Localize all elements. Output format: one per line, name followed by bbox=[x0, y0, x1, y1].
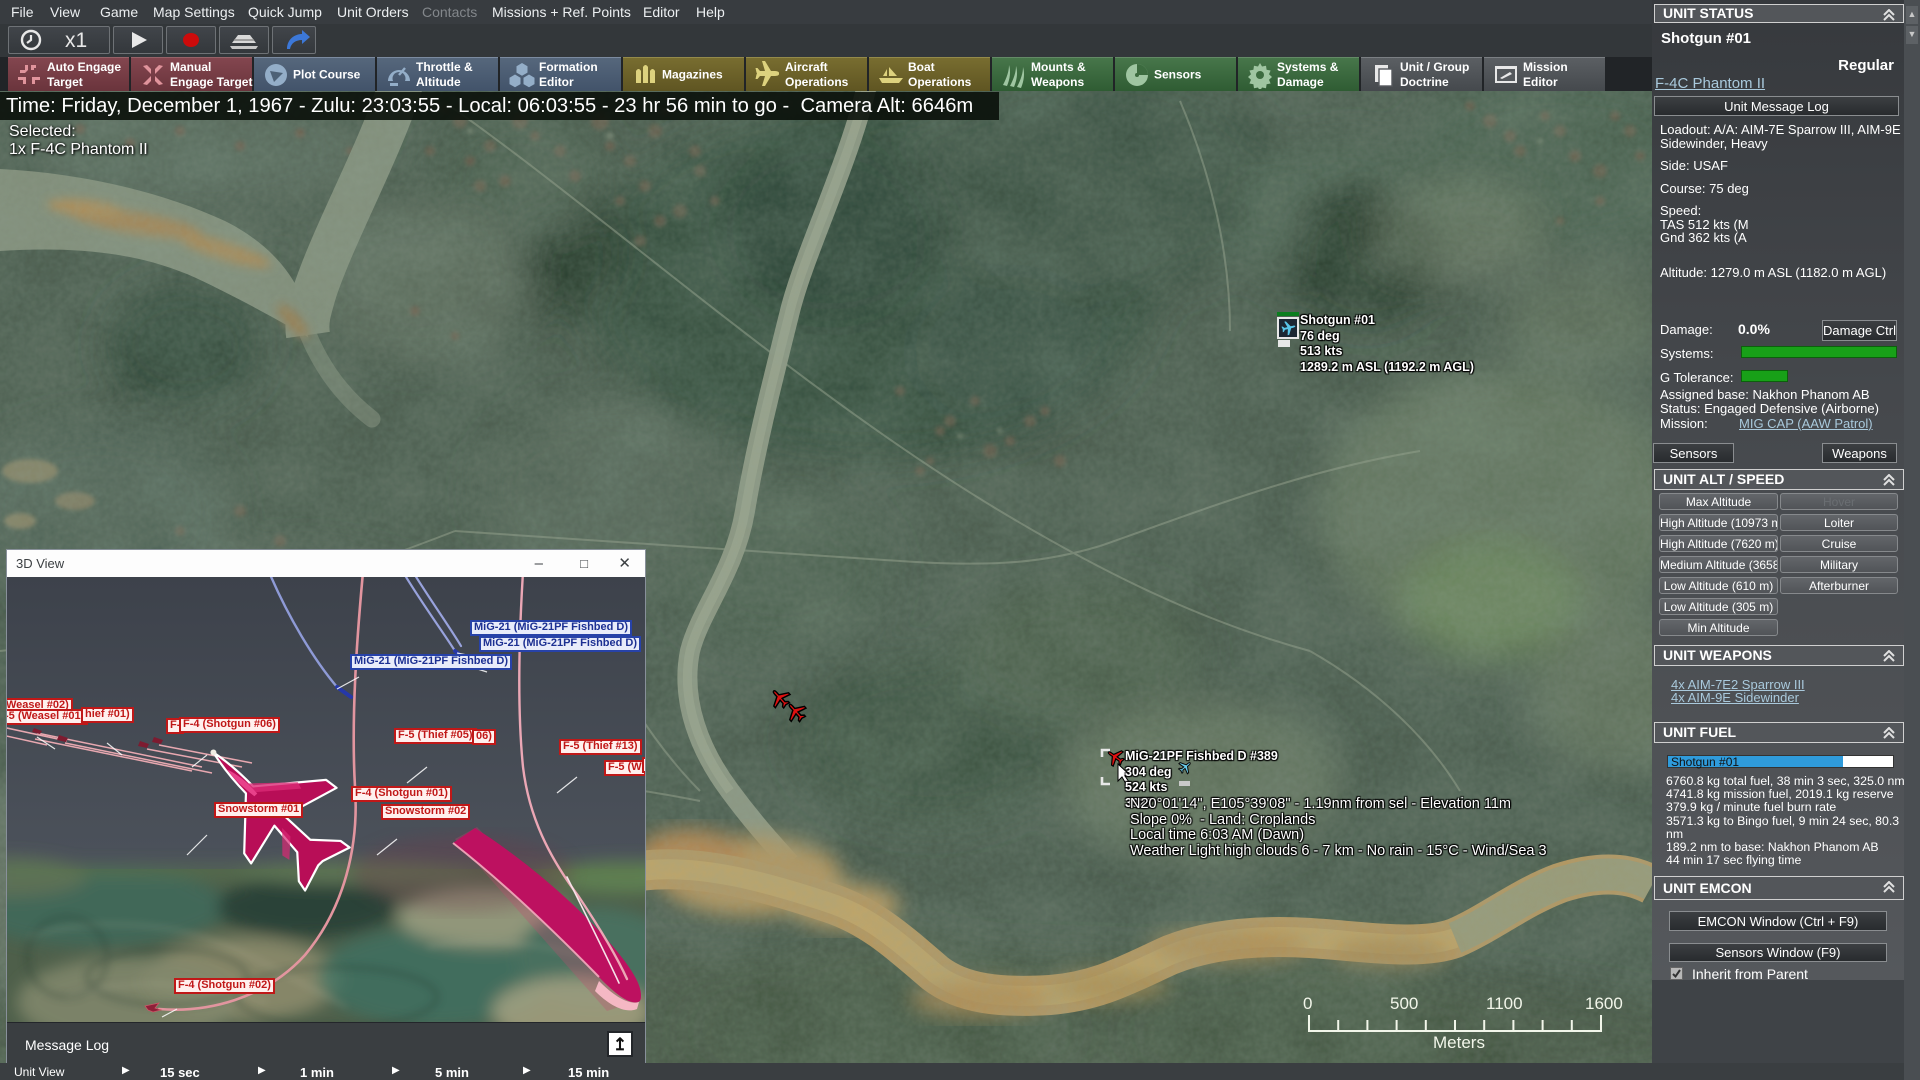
svg-text:0: 0 bbox=[1303, 994, 1312, 1013]
svg-text:Meters: Meters bbox=[1433, 1033, 1485, 1051]
svg-text:x1: x1 bbox=[65, 29, 87, 52]
svg-text:500: 500 bbox=[1390, 994, 1418, 1013]
svg-text:1600: 1600 bbox=[1585, 994, 1623, 1013]
svg-text:1100: 1100 bbox=[1486, 994, 1523, 1013]
